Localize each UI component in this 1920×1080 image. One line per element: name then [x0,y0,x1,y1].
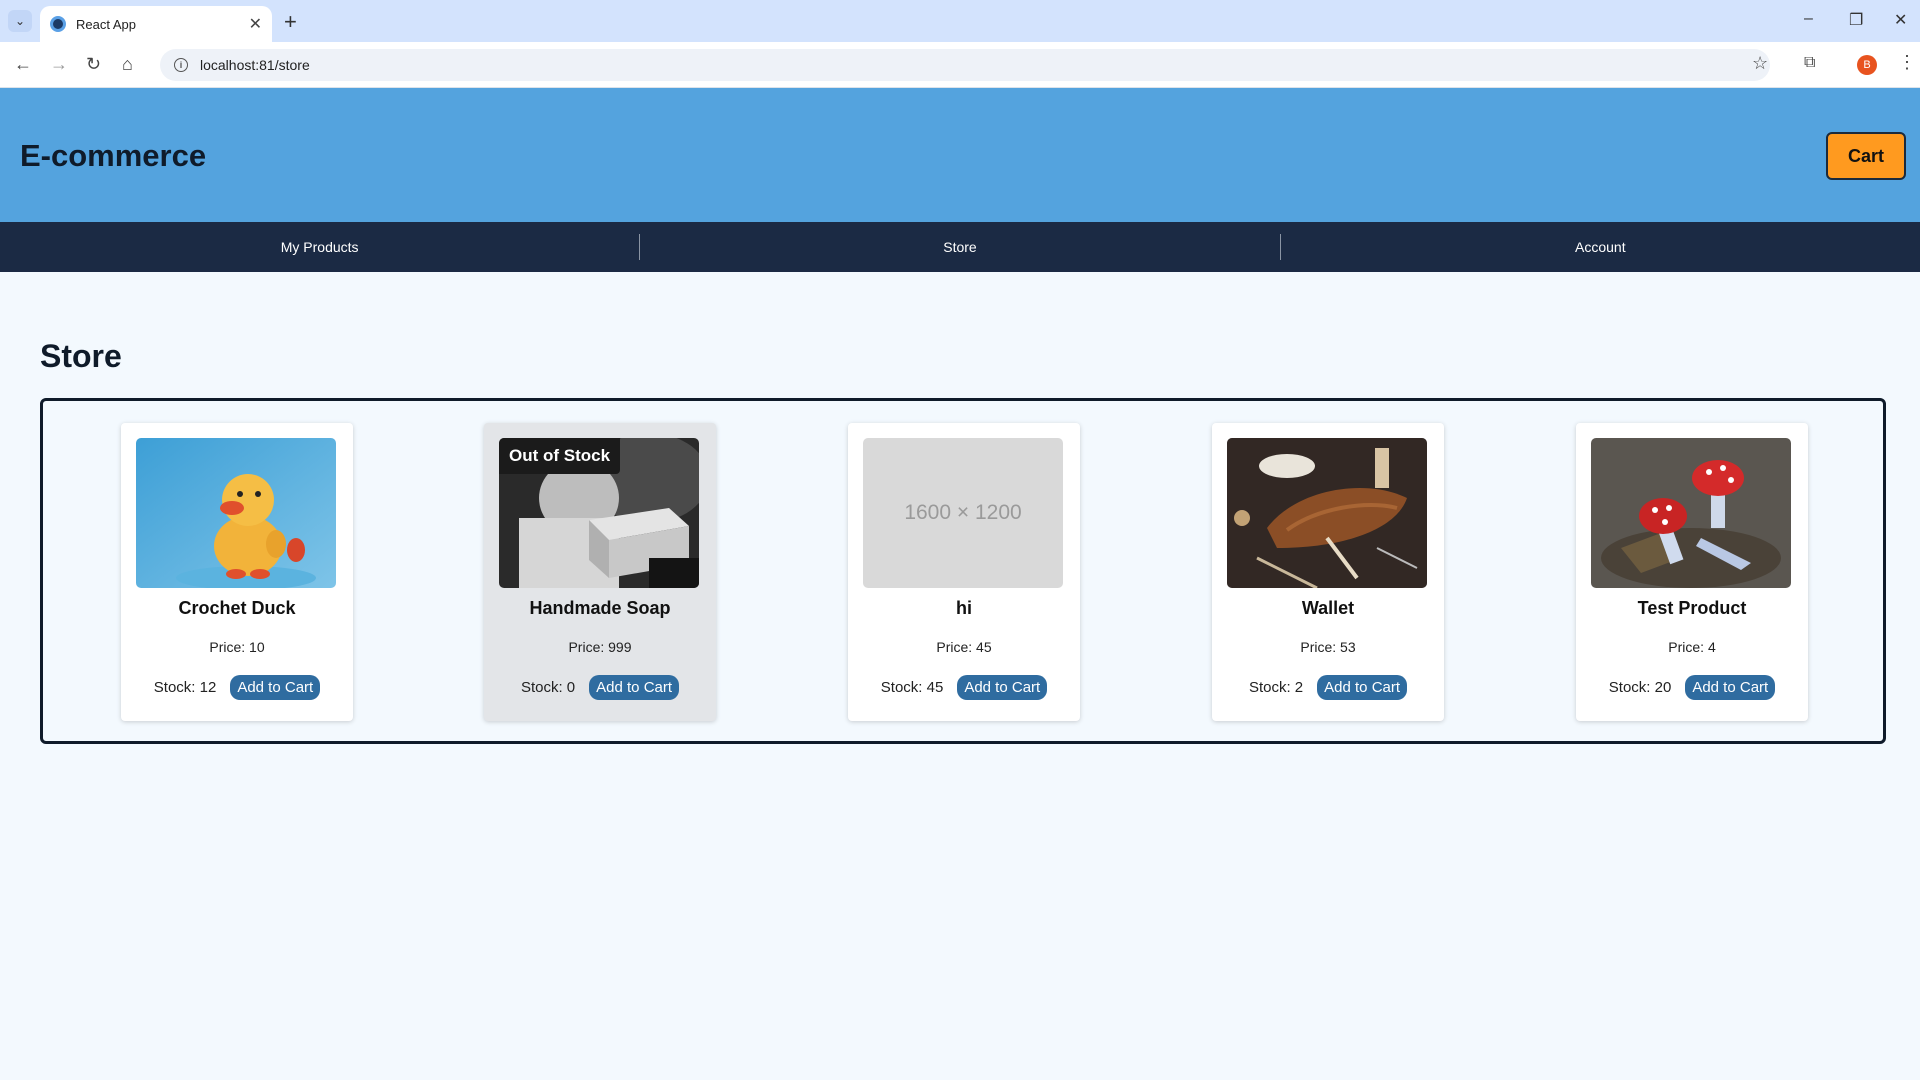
browser-tab[interactable]: React App ✕ [40,6,272,42]
product-footer: Stock: 20 Add to Cart [1576,675,1808,700]
add-to-cart-button[interactable]: Add to Cart [589,675,680,700]
product-card: Crochet Duck Price: 10 Stock: 12 Add to … [121,423,353,721]
product-name: Wallet [1301,598,1355,618]
product-card: Test Product Price: 4 Stock: 20 Add to C… [1576,423,1808,721]
add-to-cart-button[interactable]: Add to Cart [1317,675,1408,700]
product-card: 1600 × 1200 hi Price: 45 Stock: 45 Add t… [848,423,1080,721]
product-stock: Stock: 0 [520,679,576,696]
product-price: Price: 999 [568,639,632,655]
product-stock: Stock: 2 [1248,679,1304,696]
product-stock: Stock: 20 [1608,679,1672,696]
app-header: E-commerce Cart [0,88,1920,222]
cart-button[interactable]: Cart [1826,132,1906,180]
home-icon[interactable]: ⌂ [122,54,133,75]
product-name: Crochet Duck [178,598,296,618]
new-tab-icon[interactable]: + [284,9,297,35]
url-text: localhost:81/store [200,57,310,73]
tab-list-chevron-icon[interactable]: ⌄ [8,10,32,32]
product-stock: Stock: 45 [880,679,944,696]
minimize-icon[interactable]: – [1804,10,1813,28]
add-to-cart-button[interactable]: Add to Cart [230,675,321,700]
product-name: hi [956,598,972,618]
product-footer: Stock: 2 Add to Cart [1212,675,1444,700]
tab-close-icon[interactable]: ✕ [249,14,262,34]
product-card: Out of Stock Handmade Soap Price: 999 St… [484,423,716,721]
nav-item-store[interactable]: Store [640,222,1279,272]
nav-item-account[interactable]: Account [1281,222,1920,272]
product-name: Handmade Soap [529,598,671,618]
react-favicon-icon [50,16,66,32]
product-footer: Stock: 0 Add to Cart [484,675,716,700]
add-to-cart-button[interactable]: Add to Cart [957,675,1048,700]
product-price: Price: 53 [1300,639,1356,655]
extensions-puzzle-icon[interactable]: ⧉ [1804,54,1815,72]
brand-title: E-commerce [20,138,207,173]
product-grid: Crochet Duck Price: 10 Stock: 12 Add to … [40,398,1886,744]
forward-icon[interactable]: → [50,54,68,75]
product-image-handmade-soap[interactable]: Out of Stock [499,438,699,588]
address-bar[interactable]: i localhost:81/store [160,49,1770,81]
site-info-icon[interactable]: i [174,58,188,72]
tab-title: React App [76,16,136,32]
product-footer: Stock: 12 Add to Cart [121,675,353,700]
main-nav: My Products Store Account [0,222,1920,272]
out-of-stock-badge: Out of Stock [499,438,621,474]
product-price: Price: 10 [209,639,265,655]
add-to-cart-button[interactable]: Add to Cart [1685,675,1776,700]
reload-icon[interactable]: ↻ [86,54,101,75]
product-price: Price: 45 [936,639,992,655]
window-close-icon[interactable]: ✕ [1894,10,1907,30]
browser-tab-bar: ⌄ React App ✕ + – ❐ ✕ [0,0,1920,42]
product-image-crochet-duck[interactable] [136,438,336,588]
product-image-wallet[interactable] [1227,438,1427,588]
profile-avatar[interactable]: B [1857,55,1877,75]
browser-menu-icon[interactable]: ⋮ [1898,52,1916,73]
product-image-placeholder[interactable]: 1600 × 1200 [863,438,1063,588]
restore-icon[interactable]: ❐ [1849,10,1863,30]
product-stock: Stock: 12 [153,679,217,696]
product-card: Wallet Price: 53 Stock: 2 Add to Cart [1212,423,1444,721]
back-icon[interactable]: ← [14,54,32,75]
bookmark-star-icon[interactable]: ☆ [1752,53,1768,74]
nav-item-my-products[interactable]: My Products [0,222,639,272]
product-image-test-product[interactable] [1591,438,1791,588]
placeholder-dimensions: 1600 × 1200 [904,501,1022,524]
page-title: Store [40,338,122,374]
browser-toolbar: ← → ↻ ⌂ i localhost:81/store ☆ ⧉ B ⋮ [0,42,1920,88]
product-name: Test Product [1637,598,1747,618]
product-price: Price: 4 [1668,639,1716,655]
product-footer: Stock: 45 Add to Cart [848,675,1080,700]
